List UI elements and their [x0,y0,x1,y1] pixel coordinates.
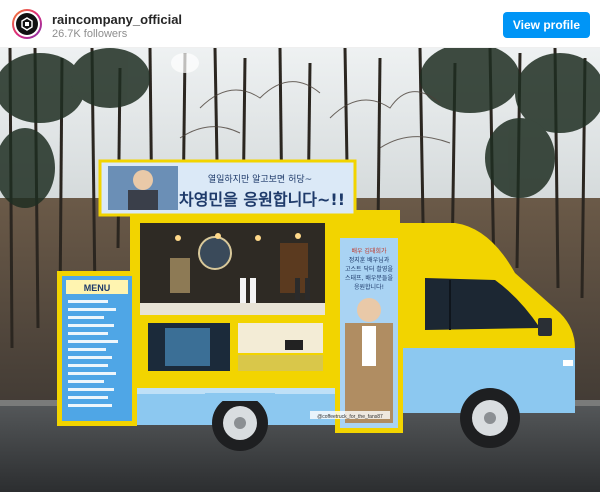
view-profile-button[interactable]: View profile [502,12,590,38]
front-wheel [460,388,520,448]
svg-text:배우 김태희가: 배우 김태희가 [351,247,387,255]
avatar[interactable] [12,9,42,39]
svg-text:응원합니다!: 응원합니다! [354,283,384,291]
truck-sticker: @coffeetruck_for_the_fans87 [317,414,383,420]
username[interactable]: raincompany_official [52,12,182,27]
rain-company-logo-icon [16,13,38,35]
banner-line-2: 차영민을 응원합니다~!! [179,190,345,209]
rear-wheel [212,395,268,451]
banner-line-1: 열일하지만 알고보면 허당~ [208,174,312,185]
menu-board-title: MENU [84,283,111,293]
svg-text:고스트 닥터 촬영을: 고스트 닥터 촬영을 [345,265,393,273]
follower-count: 26.7K followers [52,28,128,40]
svg-text:정지훈 배우님과: 정지훈 배우님과 [349,256,390,264]
post-photo: 열일하지만 알고보면 허당~ 차영민을 응원합니다~!! MENU 배우 김태희… [0,48,600,492]
svg-text:스태프, 배우분들을: 스태프, 배우분들을 [345,274,393,282]
post-header: raincompany_official 26.7K followers Vie… [0,0,600,48]
